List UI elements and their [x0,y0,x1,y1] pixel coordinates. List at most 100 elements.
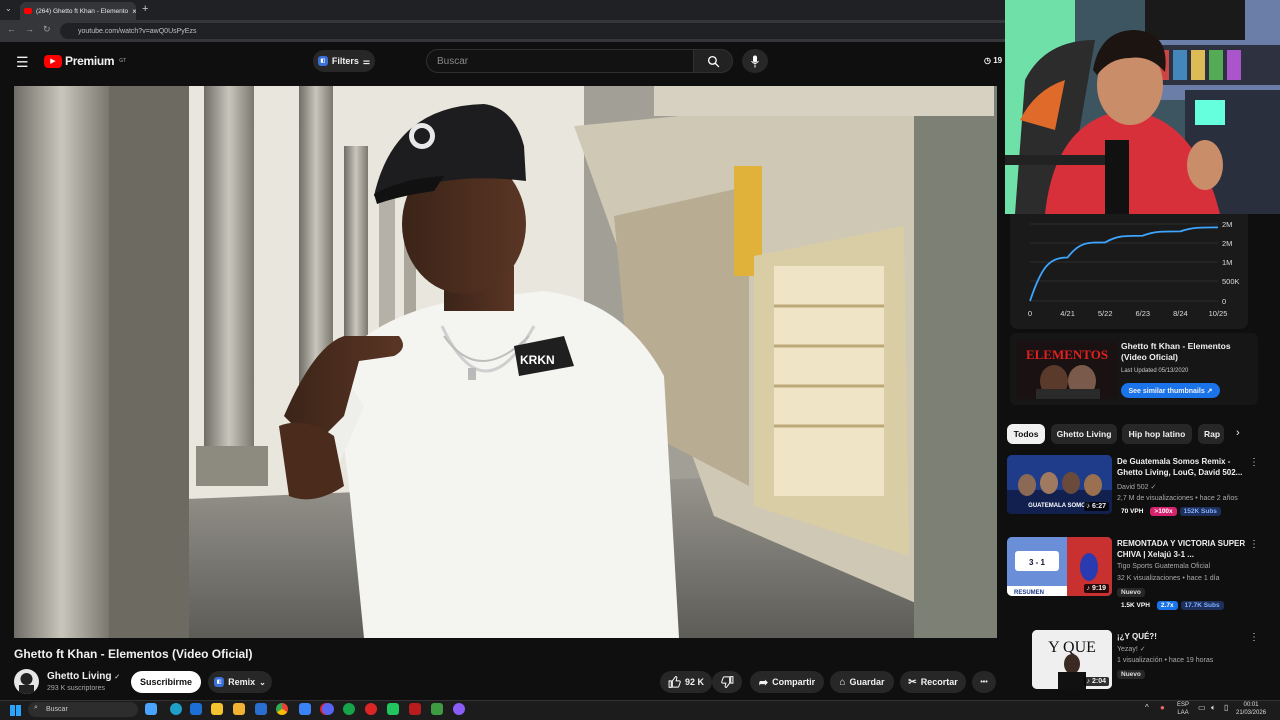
volume-icon[interactable]: 🔈︎ [1211,703,1216,713]
minecraft-icon[interactable] [431,703,443,715]
windows-start-icon[interactable] [10,705,21,716]
similar-thumbnails-button[interactable]: See similar thumbnails ↗ [1121,383,1220,398]
remix-button[interactable]: ◧ Remix ⌄ [208,671,272,693]
network-icon[interactable]: ▭ [1198,703,1206,712]
discord-icon[interactable] [322,703,334,715]
back-icon[interactable]: ← [7,24,16,34]
search-input[interactable]: Buscar [426,49,694,73]
webcam-overlay [1005,0,1280,214]
current-thumbnail[interactable]: ELEMENTOS [1016,341,1118,399]
chip-rap[interactable]: Rap [1198,424,1224,444]
chart-x-tick-label: 0 [1028,309,1032,318]
browser-tab[interactable]: (264) Ghetto ft Khan - Elemento × [20,2,136,20]
tray-chevron-icon[interactable]: ^ [1145,703,1149,712]
file-explorer-icon[interactable] [233,703,245,715]
recommendation-item[interactable]: GUATEMALA SOMOS ♪ 6:27 De Guatemala Somo… [1007,455,1272,531]
battery-icon[interactable]: ▯ [1224,703,1228,712]
chart-x-tick-label: 8/24 [1173,309,1188,318]
chip-todos[interactable]: Todos [1007,424,1045,444]
save-label: Guardar [849,677,885,687]
menu-icon[interactable]: ☰ [16,54,29,71]
search-button[interactable] [693,49,733,73]
more-options-icon[interactable]: ⋮ [1249,539,1259,550]
views-chart: 2M 2M 1M 500K 0 0 4/21 5/22 6/23 8/24 10/25 [1028,220,1240,318]
photos-icon[interactable] [299,703,311,715]
edge-icon[interactable] [170,703,182,715]
recommendation-stats: 2,7 M de visualizaciones • hace 2 años [1117,495,1238,502]
recommendation-thumbnail[interactable]: Y QUE ♪ 2:04 [1032,630,1112,689]
youtube-logo[interactable]: ▶ Premium GT [44,54,126,68]
video-player[interactable]: KRKN [14,86,997,638]
like-button[interactable]: 92 K [660,671,712,693]
thumbs-up-icon [668,676,681,688]
channel-avatar-image [19,673,34,694]
language-indicator[interactable]: ESP LAA [1177,701,1189,717]
recommendation-channel[interactable]: Tigo Sports Guatemala Oficial [1117,563,1210,570]
recommendation-channel[interactable]: Yezay! ✓ [1117,645,1146,653]
new-tab-button[interactable]: + [142,3,148,15]
new-badge: Nuevo [1117,588,1148,597]
recommendation-badges: 70 VPH >100x 152K Subs [1117,507,1224,516]
like-count: 92 K [684,677,704,687]
subscribe-button[interactable]: Suscribirme [131,671,201,693]
recommendation-title: REMONTADA Y VICTORIA SUPER CHIVA | Xelaj… [1117,539,1246,559]
reload-icon[interactable]: ↻ [43,24,51,35]
taskbar-search-input[interactable]: ⌕ Buscar [28,702,138,717]
recommendation-thumbnail[interactable]: GUATEMALA SOMOS ♪ 6:27 [1007,455,1112,514]
filters-label: Filters [331,56,359,66]
video-title: Ghetto ft Khan - Elementos (Video Oficia… [14,647,253,661]
more-actions-button[interactable]: ••• [972,671,996,693]
obs-icon[interactable] [409,703,421,715]
recommendation-item[interactable]: Y QUE ♪ 2:04 ¡¿Y QUÉ?! Yezay! ✓ 1 visual… [1007,630,1272,706]
github-icon[interactable] [453,703,465,715]
vph-badge: 1.5K VPH [1117,601,1154,610]
app-icon[interactable] [255,703,267,715]
task-view-icon[interactable] [145,703,157,715]
chips-next-icon[interactable]: › [1236,427,1240,439]
recommendation-title: ¡¿Y QUÉ?! [1117,632,1157,641]
chip-hip-hop-latino[interactable]: Hip hop latino [1122,424,1192,444]
channel-name[interactable]: Ghetto Living ✓ [47,671,120,682]
xbox-icon[interactable] [343,703,355,715]
video-frame: KRKN [14,86,997,638]
bookmark-icon: ⌂ [839,676,846,688]
chip-ghetto-living[interactable]: Ghetto Living [1051,424,1117,444]
tab-title: (264) Ghetto ft Khan - Elemento [36,7,129,15]
recommendation-channel[interactable]: David 502 ✓ [1117,483,1156,491]
webcam-frame [1005,0,1280,214]
dislike-button[interactable] [712,671,742,693]
thumbnail-info-title: Ghetto ft Khan - Elementos (Video Oficia… [1121,341,1231,362]
clip-button[interactable]: ✂ Recortar [900,671,966,693]
recommendation-thumbnail[interactable]: 3 - 1 RESUMEN ♪ 9:19 [1007,537,1112,596]
notes-icon[interactable] [211,703,223,715]
media-player-icon[interactable] [365,703,377,715]
channel-avatar[interactable] [14,669,39,694]
play-icon[interactable] [387,703,399,715]
chrome-icon[interactable] [276,703,288,715]
more-options-icon[interactable]: ⋮ [1249,632,1259,643]
clock[interactable]: 00:01 21/03/2026 [1236,701,1266,717]
clock-extension[interactable]: ◷ 19 [984,56,1002,65]
more-options-icon[interactable]: ⋮ [1249,457,1259,468]
chip-label: Ghetto Living [1056,429,1112,439]
verified-icon: ✓ [1150,484,1157,491]
voice-search-button[interactable] [742,49,768,73]
close-tab-icon[interactable]: × [132,7,136,16]
outlook-icon[interactable] [190,703,202,715]
shirt-logo-text: KRKN [520,353,555,367]
recommendation-item[interactable]: 3 - 1 RESUMEN ♪ 9:19 REMONTADA Y VICTORI… [1007,537,1272,613]
chart-y-tick-label: 2M [1222,239,1232,248]
chart-series-line [1029,226,1219,302]
chip-label: Hip hop latino [1128,429,1186,439]
chart-x-tick-label: 5/22 [1098,309,1113,318]
subs-badge: 152K Subs [1179,507,1221,516]
save-button[interactable]: ⌂ Guardar [830,671,894,693]
chart-y-tick-label: 2M [1222,220,1232,229]
tab-list-icon[interactable]: ⌄ [5,4,12,13]
search-placeholder: Buscar [437,55,469,67]
share-button[interactable]: ➦ Compartir [750,671,824,693]
forward-icon[interactable]: → [25,24,34,34]
filters-button[interactable]: ◧ Filters ⚌ [313,50,375,72]
tray-location-icon: ● [1160,703,1165,712]
chart-y-tick-label: 0 [1222,297,1226,306]
